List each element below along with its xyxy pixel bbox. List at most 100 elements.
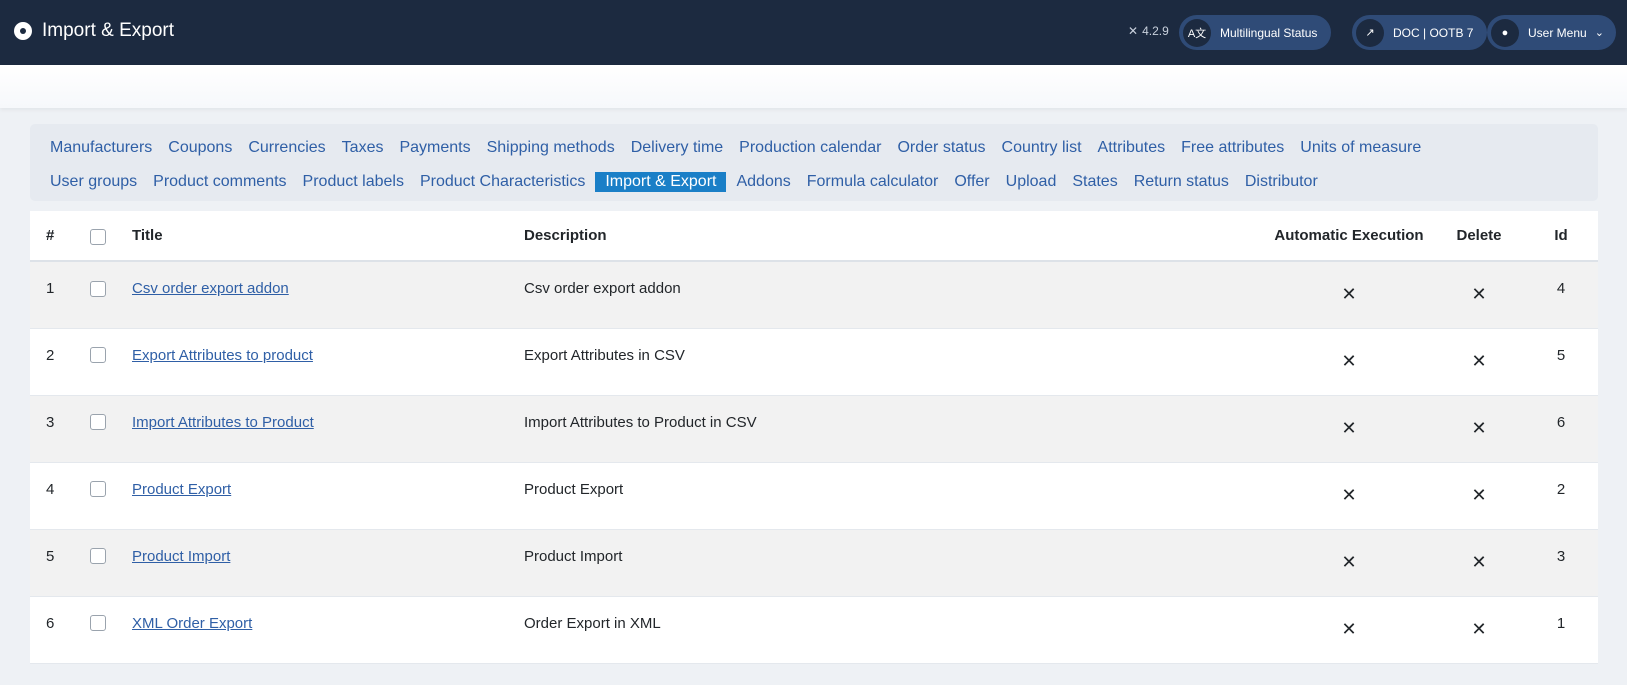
row-title-link[interactable]: XML Order Export [132,615,252,632]
row-title-link[interactable]: Import Attributes to Product [132,414,314,431]
row-delete-cell: ✕ [1434,529,1524,597]
col-automatic-header: Automatic Execution [1264,211,1434,262]
row-checkbox[interactable] [90,615,106,632]
automatic-x-icon[interactable]: ✕ [1341,351,1356,372]
nav-tab-units-of-measure[interactable]: Units of measure [1294,138,1431,158]
row-delete-cell: ✕ [1434,395,1524,463]
nav-tab-return-status[interactable]: Return status [1128,172,1239,192]
table-row: 6 XML Order Export Order Export in XML ✕ ✕ 1 [30,596,1598,664]
row-title-cell: Export Attributes to product [132,328,524,396]
joomla-logo-icon [14,22,32,40]
automatic-x-icon[interactable]: ✕ [1341,418,1356,439]
row-delete-cell: ✕ [1434,328,1524,396]
row-delete-cell: ✕ [1434,462,1524,530]
chevron-down-icon: ⌄ [1594,27,1604,39]
delete-x-icon[interactable]: ✕ [1471,351,1486,372]
row-title-link[interactable]: Export Attributes to product [132,347,313,364]
row-automatic-cell: ✕ [1264,395,1434,463]
row-title-cell: XML Order Export [132,596,524,664]
table-row: 2 Export Attributes to product Export Attr… [30,328,1598,396]
table-row: 4 Product Export Product Export ✕ ✕ 2 [30,462,1598,530]
row-automatic-cell: ✕ [1264,261,1434,329]
automatic-x-icon[interactable]: ✕ [1341,619,1356,640]
row-description: Product Import [524,529,1264,597]
nav-tab-user-groups[interactable]: User groups [44,172,147,192]
row-automatic-cell: ✕ [1264,529,1434,597]
row-checkbox[interactable] [90,280,106,297]
row-checkbox[interactable] [90,414,106,431]
nav-tab-distributor[interactable]: Distributor [1239,172,1328,192]
nav-tab-shipping-methods[interactable]: Shipping methods [481,138,625,158]
version-text: 4.2.9 [1142,24,1169,38]
nav-tab-free-attributes[interactable]: Free attributes [1175,138,1294,158]
automatic-x-icon[interactable]: ✕ [1341,284,1356,305]
row-id: 1 [1524,596,1598,664]
row-title-link[interactable]: Csv order export addon [132,280,289,297]
row-checkbox-cell [80,261,132,329]
row-title-cell: Product Export [132,462,524,530]
nav-tab-currencies[interactable]: Currencies [242,138,335,158]
nav-tab-upload[interactable]: Upload [1000,172,1067,192]
nav-tab-product-characteristics[interactable]: Product Characteristics [414,172,595,192]
nav-tab-product-comments[interactable]: Product comments [147,172,296,192]
nav-tab-taxes[interactable]: Taxes [336,138,394,158]
col-description-header: Description [524,211,1264,262]
row-checkbox-cell [80,395,132,463]
row-id: 6 [1524,395,1598,463]
top-header: Import & Export ✕ 4.2.9 A文 Multilingual … [0,0,1627,65]
nav-tab-product-labels[interactable]: Product labels [297,172,414,192]
delete-x-icon[interactable]: ✕ [1471,552,1486,573]
row-delete-cell: ✕ [1434,596,1524,664]
nav-tab-formula-calculator[interactable]: Formula calculator [801,172,949,192]
row-checkbox[interactable] [90,548,106,565]
page-title: Import & Export [42,20,174,41]
row-number: 6 [30,596,80,664]
nav-tab-delivery-time[interactable]: Delivery time [625,138,733,158]
nav-tab-coupons[interactable]: Coupons [162,138,242,158]
nav-tab-offer[interactable]: Offer [948,172,999,192]
select-all-checkbox[interactable] [90,228,106,245]
delete-x-icon[interactable]: ✕ [1471,284,1486,305]
row-title-cell: Csv order export addon [132,261,524,329]
row-checkbox[interactable] [90,347,106,364]
nav-tab-order-status[interactable]: Order status [891,138,995,158]
multilingual-status-button[interactable]: A文 Multilingual Status [1179,15,1332,50]
user-menu-button[interactable]: ● User Menu ⌄ [1487,15,1616,50]
row-checkbox-cell [80,529,132,597]
row-title-link[interactable]: Product Export [132,481,231,498]
language-icon: A文 [1183,18,1211,47]
row-description: Product Export [524,462,1264,530]
row-checkbox-cell [80,596,132,664]
row-id: 3 [1524,529,1598,597]
col-title-header[interactable]: Title [132,211,524,262]
row-title-link[interactable]: Product Import [132,548,230,565]
nav-tab-country-list[interactable]: Country list [996,138,1092,158]
automatic-x-icon[interactable]: ✕ [1341,552,1356,573]
nav-tab-import-export[interactable]: Import & Export [595,172,727,192]
row-automatic-cell: ✕ [1264,596,1434,664]
nav-tab-manufacturers[interactable]: Manufacturers [44,138,162,158]
nav-row-1: Manufacturers Coupons Currencies Taxes Payme… [44,131,1584,165]
row-title-cell: Import Attributes to Product [132,395,524,463]
nav-tab-attributes[interactable]: Attributes [1092,138,1176,158]
component-nav: Manufacturers Coupons Currencies Taxes Payme… [30,124,1598,201]
row-number: 4 [30,462,80,530]
nav-tab-states[interactable]: States [1066,172,1127,192]
row-id: 5 [1524,328,1598,396]
row-checkbox-cell [80,462,132,530]
delete-x-icon[interactable]: ✕ [1471,418,1486,439]
automatic-x-icon[interactable]: ✕ [1341,485,1356,506]
row-checkbox[interactable] [90,481,106,498]
row-number: 5 [30,529,80,597]
col-num-header: # [30,211,80,262]
doc-site-button[interactable]: ↗ DOC | OOTB 7 [1352,15,1488,50]
nav-tab-payments[interactable]: Payments [393,138,480,158]
addons-table: # Title Description Automatic Execution … [30,211,1598,664]
nav-tab-addons[interactable]: Addons [730,172,800,192]
nav-tab-production-calendar[interactable]: Production calendar [733,138,891,158]
row-description: Export Attributes in CSV [524,328,1264,396]
col-check-header [80,211,132,262]
row-delete-cell: ✕ [1434,261,1524,329]
delete-x-icon[interactable]: ✕ [1471,619,1486,640]
delete-x-icon[interactable]: ✕ [1471,485,1486,506]
